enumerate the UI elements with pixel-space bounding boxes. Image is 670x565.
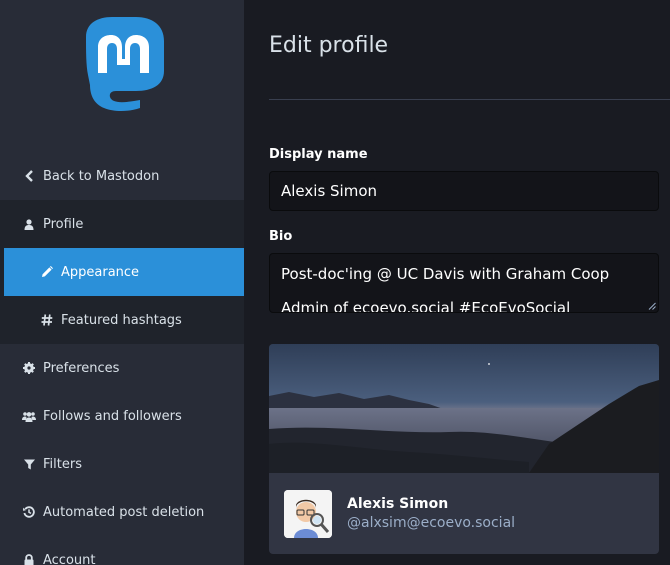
sidebar-item-label: Profile <box>43 216 84 232</box>
sidebar-item-label: Automated post deletion <box>43 504 205 520</box>
sidebar: Back to Mastodon Profile Appearance Feat… <box>0 0 244 565</box>
pencil-icon <box>40 266 54 278</box>
sidebar-item-label: Featured hashtags <box>61 312 182 328</box>
back-label: Back to Mastodon <box>43 168 160 184</box>
preview-display-name: Alexis Simon <box>347 496 449 512</box>
bio-line: Post-doc'ing @ UC Davis with Graham Coop <box>281 265 610 283</box>
gear-icon <box>22 362 36 374</box>
resize-grip-icon[interactable] <box>647 301 656 310</box>
sidebar-item-preferences[interactable]: Preferences <box>0 344 244 392</box>
sidebar-item-label: Filters <box>43 456 82 472</box>
sidebar-item-label: Appearance <box>61 264 140 280</box>
hashtag-icon <box>40 314 54 326</box>
filter-icon <box>22 459 36 470</box>
users-icon <box>22 411 36 422</box>
sidebar-item-profile[interactable]: Profile <box>0 200 244 248</box>
sidebar-item-label: Follows and followers <box>43 408 182 424</box>
main-content: Edit profile Display name Alexis Simon B… <box>244 0 670 565</box>
bio-textarea[interactable]: Post-doc'ing @ UC Davis with Graham Coop… <box>269 253 659 313</box>
mastodon-logo-icon[interactable] <box>76 15 171 112</box>
lock-icon <box>22 554 36 565</box>
sidebar-item-account[interactable]: Account <box>0 536 244 565</box>
title-divider <box>269 99 670 100</box>
sidebar-item-label: Account <box>43 552 96 565</box>
user-icon <box>22 218 36 230</box>
avatar[interactable] <box>284 490 332 538</box>
header-image <box>269 344 659 473</box>
bio-label: Bio <box>269 229 293 244</box>
chevron-left-icon <box>22 170 36 182</box>
sidebar-item-automated-post-deletion[interactable]: Automated post deletion <box>0 488 244 536</box>
display-name-label: Display name <box>269 147 368 162</box>
sidebar-item-follows[interactable]: Follows and followers <box>0 392 244 440</box>
history-icon <box>22 506 36 518</box>
profile-preview-card: Alexis Simon @alxsim@ecoevo.social <box>269 344 659 554</box>
back-to-mastodon-link[interactable]: Back to Mastodon <box>0 152 244 200</box>
sidebar-item-appearance[interactable]: Appearance <box>4 248 244 296</box>
preview-handle: @alxsim@ecoevo.social <box>347 515 516 531</box>
display-name-field[interactable]: Alexis Simon <box>269 171 659 211</box>
page-title: Edit profile <box>269 33 389 58</box>
sidebar-item-filters[interactable]: Filters <box>0 440 244 488</box>
bio-line: Admin of ecoevo.social #EcoEvoSocial <box>281 299 571 313</box>
sidebar-item-label: Preferences <box>43 360 120 376</box>
sidebar-item-featured-hashtags[interactable]: Featured hashtags <box>0 296 244 344</box>
